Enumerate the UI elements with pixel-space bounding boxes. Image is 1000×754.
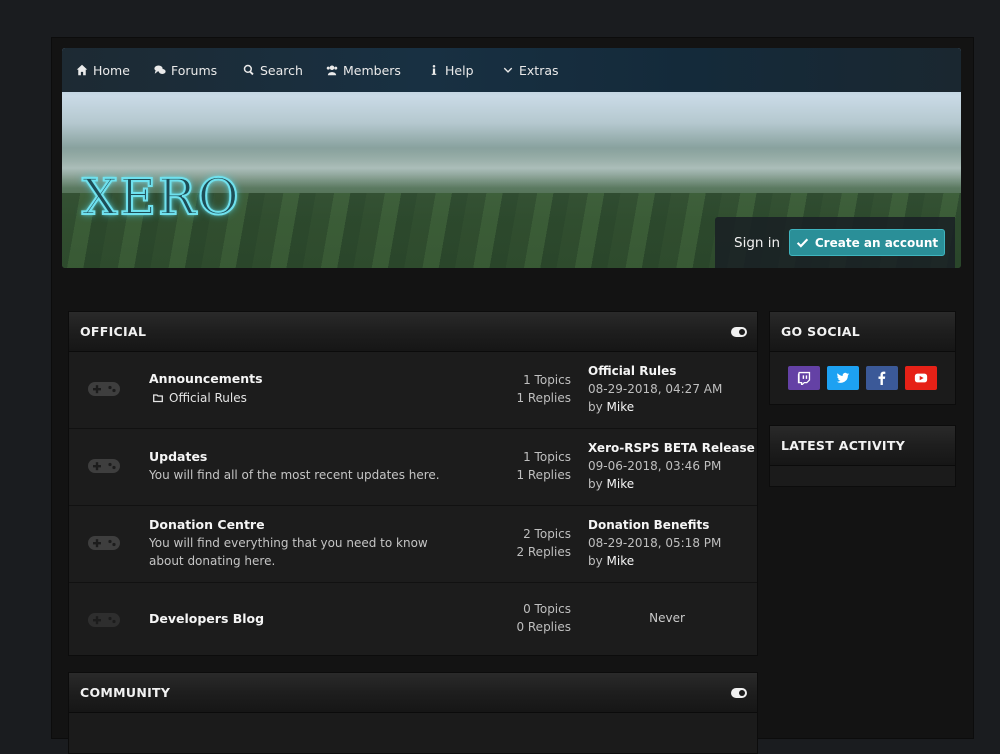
reply-count: 1 Replies [516,391,571,405]
last-post: Donation Benefits 08-29-2018, 05:18 PM b… [588,516,721,570]
topic-count: 1 Topics [523,450,571,464]
last-post-author[interactable]: Mike [607,554,635,568]
forum-row: Donation Centre You will find everything… [69,506,757,583]
home-icon [76,64,88,76]
last-post-author-line: by Mike [588,552,721,570]
last-post-title[interactable]: Official Rules [588,362,722,380]
nav-members[interactable]: Members [326,62,401,78]
forum-name[interactable]: Updates [149,449,207,464]
latest-activity-widget: LATEST ACTIVITY [769,425,956,487]
nav-search[interactable]: Search [243,62,303,78]
create-account-label: Create an account [814,235,939,250]
subforum-link[interactable]: Official Rules [153,391,247,405]
search-icon [243,64,254,76]
forum-description: You will find all of the most recent upd… [149,468,440,482]
category-official: OFFICIAL Announcements Official Rules 1 … [68,311,758,656]
page-wrapper: Home Forums Search Members Help Extras X… [51,37,974,754]
comments-icon [154,65,166,74]
nav-extras-label: Extras [519,62,559,78]
forum-stats: 1 Topics 1 Replies [499,371,571,407]
nav-forums[interactable]: Forums [154,62,217,78]
facebook-link[interactable] [866,366,898,390]
last-post-title[interactable]: Donation Benefits [588,516,721,534]
last-post-author[interactable]: Mike [607,477,635,491]
nav-home[interactable]: Home [76,62,130,78]
gamepad-icon [88,536,120,550]
youtube-link[interactable] [905,366,937,390]
twitch-link[interactable] [788,366,820,390]
twitch-icon [797,371,811,385]
forum-stats: 0 Topics 0 Replies [499,600,571,636]
auth-box: Sign in Create an account [715,217,955,268]
nav-home-label: Home [93,62,130,78]
category-header: COMMUNITY [69,673,757,713]
topic-count: 0 Topics [523,602,571,616]
last-post-date: 08-29-2018, 04:27 AM [588,382,723,396]
topic-count: 2 Topics [523,527,571,541]
youtube-icon [914,373,928,383]
nav-members-label: Members [343,62,401,78]
nav-help[interactable]: Help [428,62,474,78]
forum-description: You will find everything that you need t… [149,536,428,568]
forum-name[interactable]: Announcements [149,371,263,386]
twitter-link[interactable] [827,366,859,390]
last-post-author[interactable]: Mike [607,400,635,414]
by-prefix: by [588,400,603,414]
category-title: OFFICIAL [80,324,147,339]
nav-forums-label: Forums [171,62,218,78]
subforum-label: Official Rules [169,391,247,405]
forum-row: Developers Blog 0 Topics 0 Replies Never [69,583,757,655]
reply-count: 1 Replies [516,468,571,482]
gamepad-icon [88,459,120,473]
forum-name[interactable]: Donation Centre [149,517,265,532]
reply-count: 2 Replies [516,545,571,559]
topic-count: 1 Topics [523,373,571,387]
twitter-icon [836,372,850,383]
last-post: Xero-RSPS BETA Release 09-06-2018, 03:46… [588,439,755,493]
reply-count: 0 Replies [516,620,571,634]
sign-in-link[interactable]: Sign in [734,235,780,251]
facebook-icon [878,371,886,385]
gamepad-icon [88,613,120,627]
forum-stats: 2 Topics 2 Replies [499,525,571,561]
category-title: COMMUNITY [80,685,171,700]
forum-row: Announcements Official Rules 1 Topics 1 … [69,352,757,429]
last-post-author-line: by Mike [588,475,755,493]
forum-row: Updates You will find all of the most re… [69,429,757,506]
nav-help-label: Help [445,62,474,78]
widget-header: LATEST ACTIVITY [770,426,955,466]
last-post-author-line: by Mike [588,398,722,416]
forum-name[interactable]: Developers Blog [149,611,264,626]
users-icon [326,65,338,76]
collapse-toggle-icon[interactable] [731,688,747,698]
widget-header: GO SOCIAL [770,312,955,352]
last-post-title[interactable]: Xero-RSPS BETA Release [588,439,755,457]
widget-title: GO SOCIAL [781,324,861,339]
chevron-down-icon [503,67,513,73]
widget-title: LATEST ACTIVITY [781,438,906,453]
site-logo[interactable]: XERO [81,167,241,227]
folder-icon [153,394,163,403]
create-account-button[interactable]: Create an account [789,229,945,256]
last-post-never: Never [649,611,685,625]
category-header: OFFICIAL [69,312,757,352]
info-icon [431,64,437,75]
social-links [770,352,955,404]
header-banner: Home Forums Search Members Help Extras X… [62,48,961,268]
nav-extras[interactable]: Extras [502,62,559,78]
last-post-date: 09-06-2018, 03:46 PM [588,459,722,473]
forum-stats: 1 Topics 1 Replies [499,448,571,484]
nav-search-label: Search [260,62,303,78]
by-prefix: by [588,477,603,491]
last-post: Official Rules 08-29-2018, 04:27 AM by M… [588,362,722,416]
by-prefix: by [588,554,603,568]
main-navbar: Home Forums Search Members Help Extras [62,48,961,92]
check-icon [796,238,809,248]
category-community: COMMUNITY [68,672,758,754]
collapse-toggle-icon[interactable] [731,327,747,337]
gamepad-icon [88,382,120,396]
go-social-widget: GO SOCIAL [769,311,956,405]
last-post-date: 08-29-2018, 05:18 PM [588,536,722,550]
